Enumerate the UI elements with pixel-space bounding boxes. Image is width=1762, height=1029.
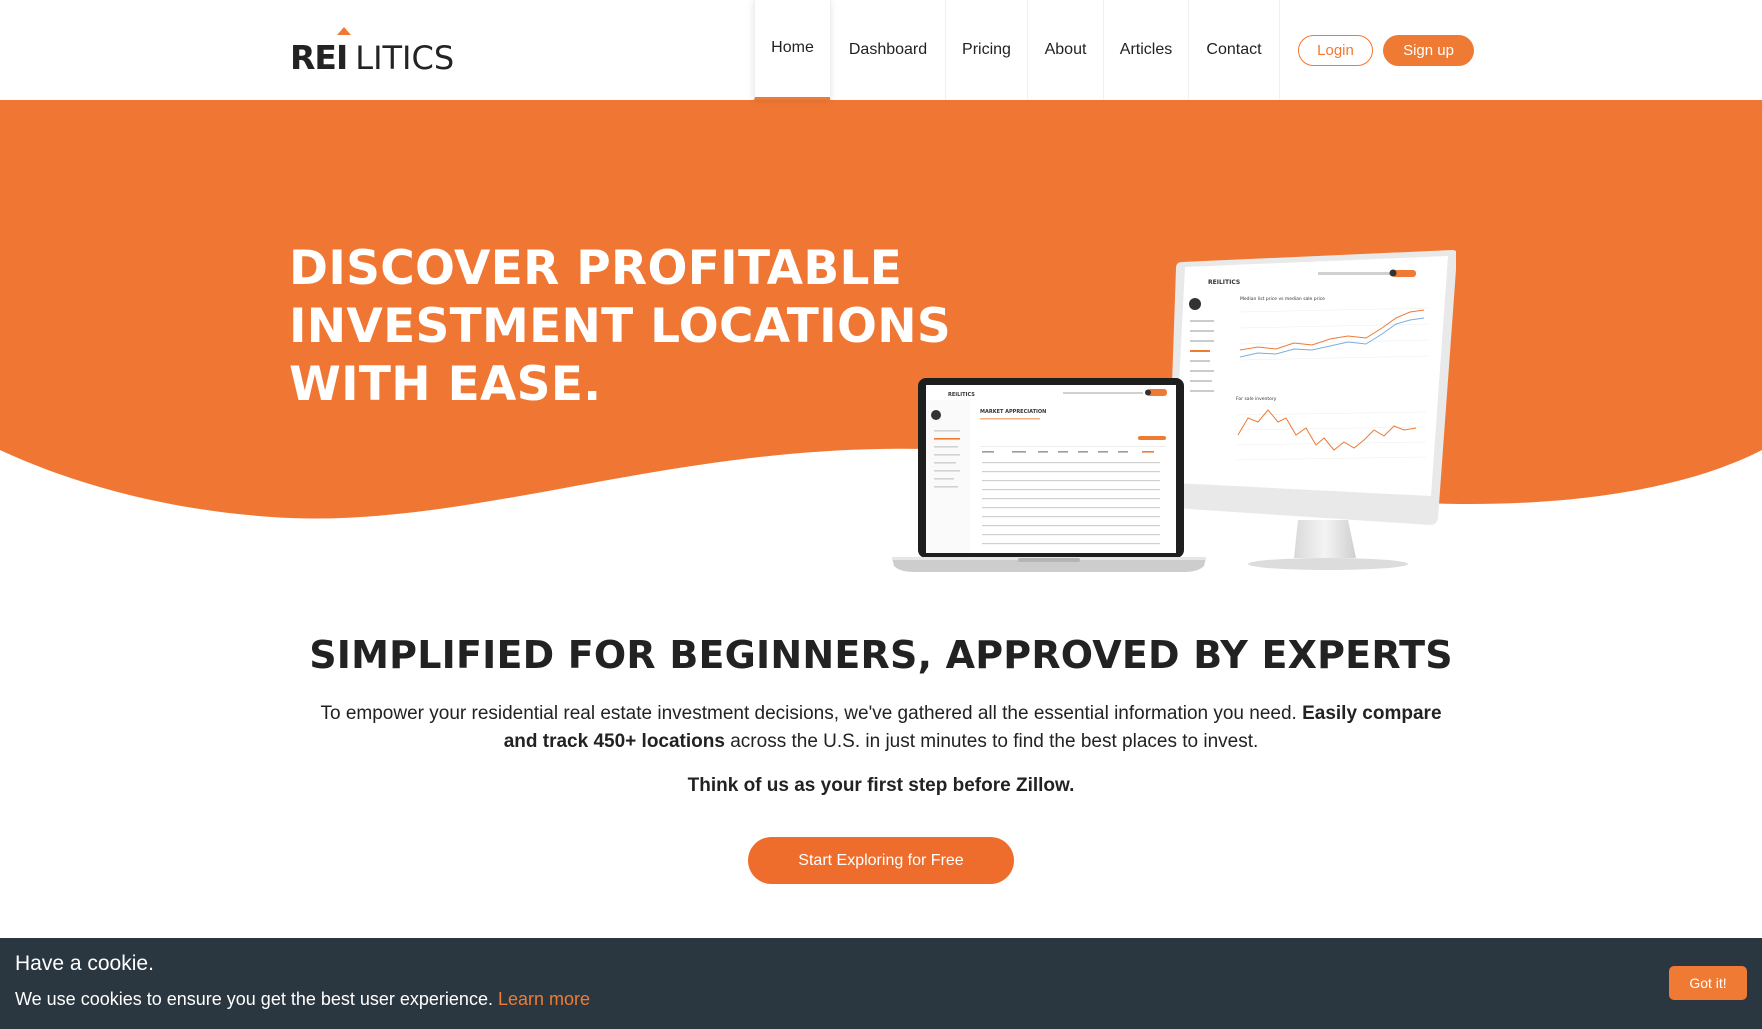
section-subtitle: Think of us as your first step before Zi… bbox=[687, 775, 1075, 796]
cookie-accept-button[interactable]: Got it! bbox=[1669, 966, 1747, 1000]
hero-headline-line-3: WITH EASE. bbox=[289, 357, 602, 412]
nav-articles[interactable]: Articles bbox=[1103, 0, 1188, 100]
laptop-heading: MARKET APPRECIATION bbox=[980, 409, 1046, 415]
nav-about[interactable]: About bbox=[1027, 0, 1103, 100]
laptop-logo: REILITICS bbox=[948, 392, 975, 398]
nav-dashboard-label: Dashboard bbox=[848, 41, 928, 58]
logo-roof-icon bbox=[337, 27, 351, 35]
section-text-part-1: To empower your residential real estate … bbox=[320, 703, 1303, 724]
nav-articles-label: Articles bbox=[1119, 41, 1173, 58]
nav-pricing-label: Pricing bbox=[962, 41, 1011, 58]
cookie-title: Have a cookie. bbox=[15, 952, 154, 975]
learn-more-link[interactable]: Learn more bbox=[498, 989, 590, 1009]
nav-contact-label: Contact bbox=[1206, 41, 1262, 58]
section-text-part-2: across the U.S. in just minutes to find … bbox=[724, 731, 1259, 752]
main-menu: Home Dashboard Pricing About Articles Co… bbox=[754, 0, 1280, 100]
nav-about-label: About bbox=[1044, 41, 1087, 58]
cookie-banner: Have a cookie. We use cookies to ensure … bbox=[0, 938, 1762, 1029]
reilitics-logo[interactable]: REI LITICS bbox=[290, 27, 455, 77]
nav-home-label: Home bbox=[771, 38, 814, 56]
hero-headline-line-1: DISCOVER PROFITABLE bbox=[289, 241, 903, 296]
hero-headline: DISCOVER PROFITABLE INVESTMENT LOCATIONS… bbox=[289, 240, 951, 414]
monitor-chart2-title: For sale inventory bbox=[1236, 396, 1277, 402]
hero-headline-line-2: INVESTMENT LOCATIONS bbox=[289, 299, 951, 354]
start-exploring-button[interactable]: Start Exploring for Free bbox=[748, 837, 1014, 884]
nav-pricing[interactable]: Pricing bbox=[945, 0, 1027, 100]
top-navbar: REI LITICS Home Dashboard Pricing About … bbox=[0, 0, 1762, 100]
cookie-text: We use cookies to ensure you get the bes… bbox=[15, 989, 498, 1009]
nav-dashboard[interactable]: Dashboard bbox=[830, 0, 945, 100]
nav-home[interactable]: Home bbox=[754, 0, 830, 100]
desktop-monitor-mockup: REILITICS Median list price vs median sa… bbox=[1168, 250, 1456, 570]
nav-contact[interactable]: Contact bbox=[1188, 0, 1280, 100]
cookie-message: We use cookies to ensure you get the bes… bbox=[15, 989, 590, 1010]
laptop-mockup: REILITICS MARKET APPRECIATION bbox=[892, 378, 1206, 572]
logo-rei-text: REI bbox=[290, 38, 348, 77]
signup-button[interactable]: Sign up bbox=[1383, 35, 1474, 66]
login-button[interactable]: Login bbox=[1298, 35, 1373, 66]
logo-litics-text: LITICS bbox=[355, 39, 455, 77]
section-heading: SIMPLIFIED FOR BEGINNERS, APPROVED BY EX… bbox=[309, 633, 1453, 677]
monitor-chart1-title: Median list price vs median sale price bbox=[1240, 296, 1325, 302]
monitor-logo: REILITICS bbox=[1208, 279, 1240, 286]
section-description: To empower your residential real estate … bbox=[320, 700, 1442, 756]
